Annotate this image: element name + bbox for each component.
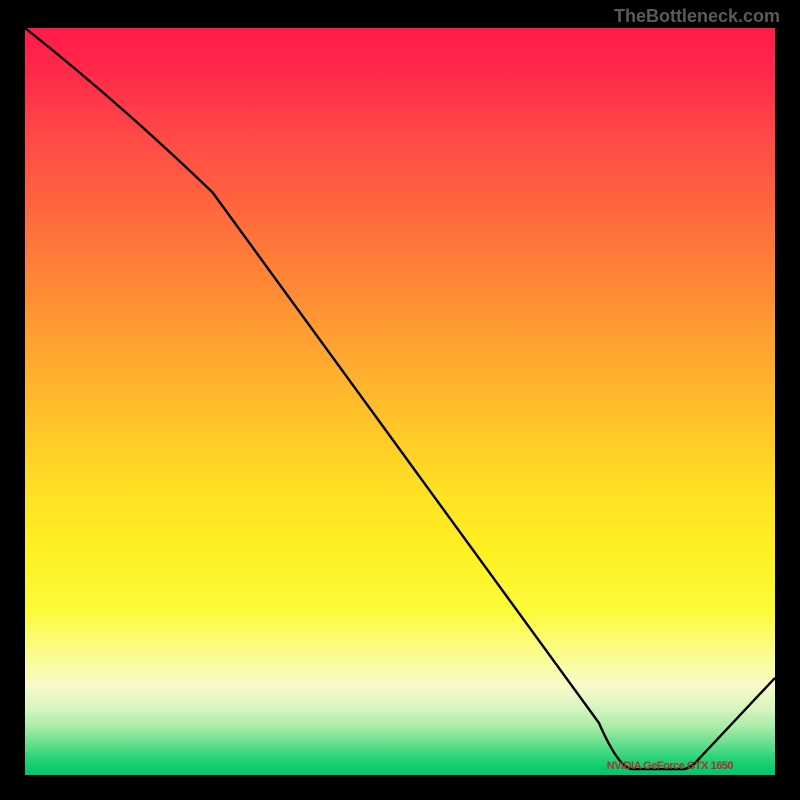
- curve-svg: [25, 28, 775, 775]
- plot-area: NVIDIA GeForce GTX 1650: [25, 28, 775, 775]
- watermark-text: TheBottleneck.com: [614, 6, 780, 27]
- pin-label: NVIDIA GeForce GTX 1650: [607, 760, 733, 772]
- bottleneck-curve-path: [25, 28, 775, 769]
